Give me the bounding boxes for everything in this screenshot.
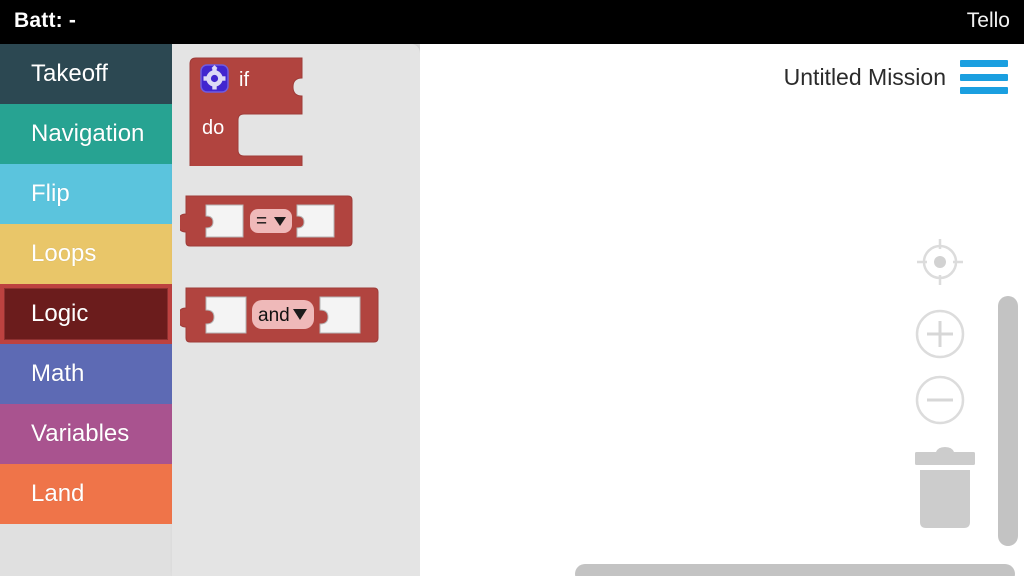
sidebar-item-navigation[interactable]: Navigation [0,104,172,164]
sidebar-item-land[interactable]: Land [0,464,172,524]
trash-icon [915,447,975,528]
vertical-scrollbar[interactable] [998,296,1018,546]
sidebar-item-variables[interactable]: Variables [0,404,172,464]
hamburger-bar [960,60,1008,67]
block-compare[interactable]: = [177,192,360,259]
center-target-button[interactable] [912,234,968,290]
sidebar-item-flip[interactable]: Flip [0,164,172,224]
block-if-do[interactable]: if do [184,56,314,183]
block-flyout-panel[interactable]: if do = and [172,44,420,576]
battery-indicator: Batt: - [14,9,77,32]
horizontal-scrollbar[interactable] [575,564,1015,576]
hamburger-bar [960,87,1008,94]
operator-label: = [256,211,267,232]
sidebar-item-label: Math [31,360,85,387]
category-sidebar[interactable]: Takeoff Navigation Flip Loops Logic Math [0,44,172,576]
sidebar-item-logic[interactable]: Logic [0,284,172,344]
hamburger-icon[interactable] [960,60,1008,94]
mission-header: Untitled Mission [784,60,1008,94]
device-name-label: Tello [966,9,1010,32]
sidebar-item-label: Variables [31,420,130,447]
operator-label: and [258,305,290,326]
sidebar-item-label: Flip [31,180,70,207]
sidebar-item-loops[interactable]: Loops [0,224,172,284]
sidebar-item-takeoff[interactable]: Takeoff [0,44,172,104]
center-target-icon [917,239,963,285]
if-label: if [239,69,249,91]
zoom-in-icon [915,309,965,359]
sidebar-item-label: Logic [31,300,89,327]
delete-blocks-button[interactable] [912,446,978,537]
zoom-out-button[interactable] [912,372,968,428]
sidebar-item-label: Loops [31,240,97,267]
mission-canvas[interactable]: Untitled Mission [420,44,1024,576]
mission-title: Untitled Mission [783,63,946,90]
sidebar-item-math[interactable]: Math [0,344,172,404]
workspace: Takeoff Navigation Flip Loops Logic Math [0,44,1024,576]
zoom-in-button[interactable] [912,306,968,362]
hamburger-bar [960,73,1008,81]
sidebar-item-label: Navigation [31,120,145,147]
tello-app-window: Batt: - Tello Takeoff Navigation Flip Lo… [0,0,1024,576]
sidebar-item-label: Land [31,480,85,507]
status-bar: Batt: - Tello [0,0,1024,44]
do-label: do [202,117,224,139]
sidebar-item-label: Takeoff [31,60,108,87]
zoom-out-icon [915,375,965,425]
block-logic-and[interactable]: and [177,284,386,357]
